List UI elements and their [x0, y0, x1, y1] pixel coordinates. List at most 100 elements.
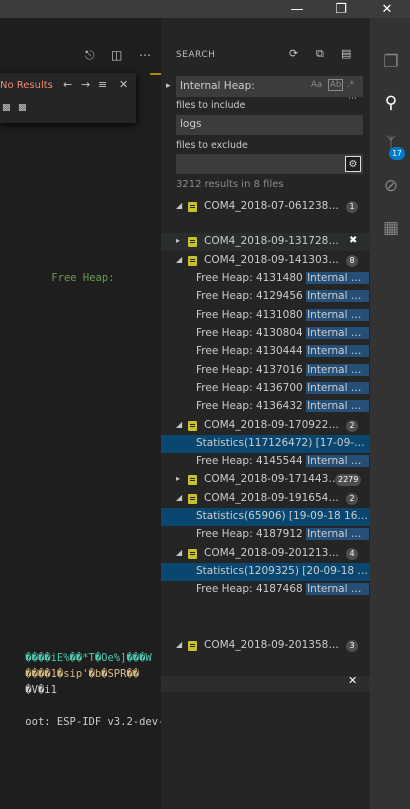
match-row[interactable]: Free Heap: 4129456 Internal Heap:: [161, 288, 370, 306]
match-text: Free Heap: 4145544 Internal Heap:: [196, 455, 369, 467]
match-row[interactable]: Free Heap: 4145544 Internal Heap:: [161, 453, 370, 471]
result-file-row[interactable]: ▸ COM4_2018-09-13172827.log ✖: [161, 233, 370, 251]
match-prefix: Free Heap: 4131480: [196, 272, 307, 284]
result-file-row[interactable]: ◢ COM4_2018-07-06123837.log 1: [161, 198, 370, 216]
match-row[interactable]: Free Heap: 4137016 Internal Heap:: [161, 362, 370, 380]
collapse-all-icon[interactable]: ▤: [341, 47, 351, 60]
replace-one-icon[interactable]: ▩: [2, 103, 11, 113]
match-text: Free Heap: 4129456 Internal Heap:: [196, 290, 369, 302]
match-prefix: Free Heap: 4145544: [196, 455, 307, 467]
match-prefix: Free Heap: 4129456: [196, 290, 307, 302]
minimize-icon[interactable]: —: [274, 0, 320, 18]
match-highlight: Internal Heap:: [306, 290, 369, 302]
match-text: Free Heap: 4131480 Internal Heap:: [196, 272, 369, 284]
dismiss-file-icon[interactable]: ✖: [349, 235, 357, 246]
file-name: COM4_2018-09-19165447.log: [204, 492, 339, 504]
search-icon[interactable]: ⚲: [380, 92, 402, 114]
include-value: logs: [180, 118, 202, 130]
match-row[interactable]: Free Heap: 4136432 Internal Heap:: [161, 398, 370, 416]
match-row[interactable]: Free Heap: 4130804 Internal Heap:: [161, 325, 370, 343]
find-status: No Results: [0, 80, 53, 91]
match-row[interactable]: Free Heap: 4130444 Internal Heap:: [161, 343, 370, 361]
match-row[interactable]: Statistics(65906) [19-09-18 16:55:2: [161, 508, 370, 526]
match-prefix: Free Heap: 4131080: [196, 309, 307, 321]
toggle-details-icon[interactable]: ⋯: [348, 94, 357, 104]
match-text: Free Heap: 4131080 Internal Heap:: [196, 309, 369, 321]
match-highlight: Statistics(65906) [19-09-18 16:55:2: [196, 510, 369, 522]
explorer-icon[interactable]: ❐: [380, 51, 402, 73]
match-prefix: Free Heap: 4136432: [196, 400, 307, 412]
search-query: Internal Heap:: [180, 80, 255, 92]
match-highlight: Internal Heap:: [306, 309, 369, 321]
minimap-marker: [150, 73, 161, 75]
match-text: Statistics(1209325) [20-09-18 12:1: [196, 565, 369, 577]
match-row[interactable]: Statistics(1209325) [20-09-18 12:1: [161, 563, 370, 581]
chevron-down-icon[interactable]: ◢: [176, 493, 182, 502]
chevron-right-icon[interactable]: ▸: [176, 236, 180, 245]
find-in-selection-icon[interactable]: ≡: [98, 78, 107, 91]
chevron-down-icon[interactable]: ◢: [176, 201, 182, 210]
match-highlight: Internal Heap:: [306, 327, 369, 339]
regex-icon[interactable]: .*: [347, 80, 354, 90]
include-label: files to include: [176, 100, 246, 111]
code-text: �V�i1: [25, 684, 57, 696]
match-prefix: Free Heap: 4130444: [196, 345, 307, 357]
use-exclude-settings-icon[interactable]: ⚙: [345, 156, 361, 172]
result-file-row[interactable]: ◢ COM4_2018-09-19165447.log 2: [161, 490, 370, 508]
previous-match-icon[interactable]: ←: [63, 78, 72, 91]
debug-icon[interactable]: ⊘: [380, 175, 402, 197]
file-icon: [188, 549, 197, 559]
match-text: Free Heap: 4130444 Internal Heap:: [196, 345, 369, 357]
close-panel-icon[interactable]: ✕: [348, 674, 357, 687]
result-file-row[interactable]: ◢ COM4_2018-09-20135842.log 3: [161, 637, 370, 655]
search-input[interactable]: Internal Heap: Aa Ab .*: [176, 76, 363, 97]
whole-word-icon[interactable]: Ab: [328, 79, 344, 91]
split-editor-icon[interactable]: ◫: [111, 48, 122, 62]
match-row[interactable]: Free Heap: 4187912 Internal Heap:: [161, 526, 370, 544]
match-row[interactable]: Free Heap: 4131480 Internal Heap:: [161, 270, 370, 288]
match-highlight: Statistics(117126472) [17-09-18 09:: [196, 437, 369, 449]
close-find-icon[interactable]: ✕: [119, 78, 128, 91]
exclude-label: files to exclude: [176, 140, 248, 151]
file-name: COM4_2018-07-06123837.log: [204, 200, 339, 212]
match-row[interactable]: Free Heap: 4131080 Internal Heap:: [161, 307, 370, 325]
match-count-badge: 2279: [335, 474, 362, 486]
result-file-row[interactable]: ▸ COM4_2018-09-171443.log 2279: [161, 471, 370, 489]
match-highlight: Internal Heap:: [306, 345, 369, 357]
chevron-down-icon[interactable]: ◢: [176, 640, 182, 649]
match-case-icon[interactable]: Aa: [311, 80, 322, 90]
source-control-badge: 17: [389, 147, 405, 160]
refresh-icon[interactable]: ⟳: [289, 47, 298, 60]
search-sidebar: SEARCH ⟳ ⧉ ▤ ▸ Internal Heap: Aa Ab .* ⋯…: [161, 18, 370, 809]
match-text: Free Heap: 4137016 Internal Heap:: [196, 364, 369, 376]
chevron-down-icon[interactable]: ◢: [176, 420, 182, 429]
chevron-down-icon[interactable]: ◢: [176, 255, 182, 264]
file-name: COM4_2018-09-13172827.log: [204, 235, 339, 247]
match-highlight: Internal Heap:: [306, 583, 369, 595]
result-file-row[interactable]: ◢ COM4_2018-09-20121307.log 4: [161, 545, 370, 563]
next-match-icon[interactable]: →: [81, 78, 90, 91]
toggle-replace-icon[interactable]: ▸: [166, 81, 171, 91]
exclude-input[interactable]: ⚙: [176, 154, 363, 174]
match-highlight: Internal Heap:: [306, 364, 369, 376]
match-row[interactable]: Free Heap: 4187468 Internal Heap:: [161, 581, 370, 599]
match-row[interactable]: Statistics(117126472) [17-09-18 09:: [161, 435, 370, 453]
match-prefix: Free Heap: 4187468: [196, 583, 307, 595]
match-text: Statistics(117126472) [17-09-18 09:: [196, 437, 369, 449]
replace-all-icon[interactable]: ▩: [18, 103, 27, 113]
more-actions-icon[interactable]: ⋯: [139, 48, 151, 62]
result-file-row[interactable]: ◢ COM4_2018-09-17092223.log 2: [161, 417, 370, 435]
chevron-right-icon[interactable]: ▸: [176, 474, 180, 483]
find-widget: No Results ← → ≡ ✕ ▩ ▩: [0, 73, 136, 123]
restore-icon[interactable]: ❐: [318, 0, 364, 18]
open-changes-icon[interactable]: ⎋: [85, 48, 95, 63]
include-input[interactable]: logs: [176, 115, 363, 135]
match-count-badge: 2: [346, 493, 358, 505]
result-file-row[interactable]: ◢ COM4_2018-09-14130321.log 8: [161, 252, 370, 270]
close-icon[interactable]: ✕: [364, 0, 410, 18]
activity-bar: ❐ ⚲ ᛉ 17 ⊘ ▦: [370, 18, 410, 809]
match-row[interactable]: Free Heap: 4136700 Internal Heap:: [161, 380, 370, 398]
clear-results-icon[interactable]: ⧉: [316, 47, 324, 61]
extensions-icon[interactable]: ▦: [380, 217, 402, 239]
chevron-down-icon[interactable]: ◢: [176, 548, 182, 557]
